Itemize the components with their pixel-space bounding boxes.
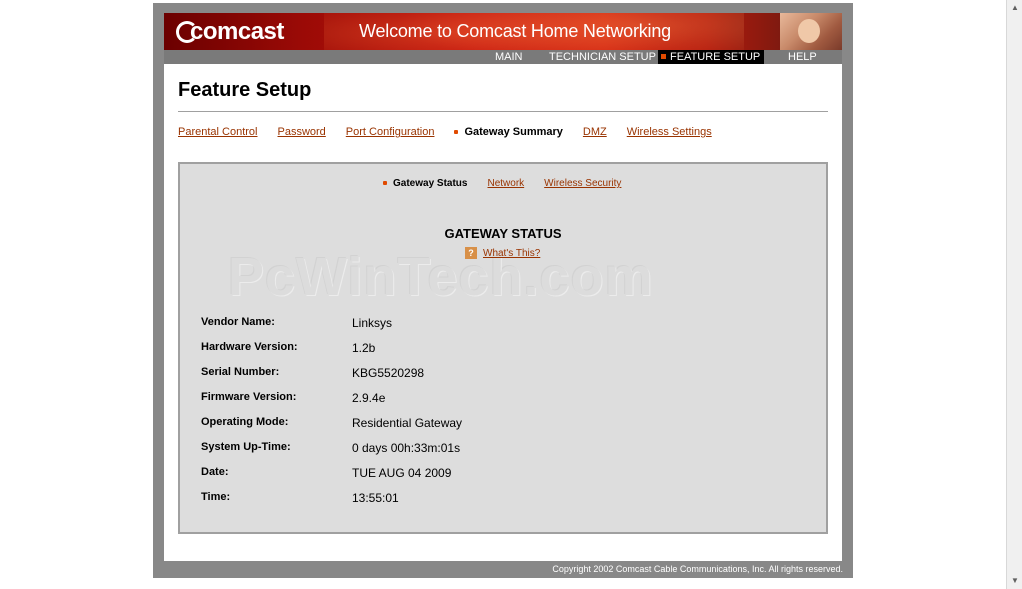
question-icon[interactable]: ?: [465, 247, 477, 259]
sub-nav-password[interactable]: Password: [278, 126, 326, 138]
section-title: GATEWAY STATUS: [444, 226, 562, 241]
comcast-logo: comcast: [176, 16, 284, 47]
info-label: Firmware Version:: [201, 391, 297, 403]
page-scrollbar[interactable]: ▲ ▼: [1006, 0, 1022, 589]
top-nav-technician-setup[interactable]: TECHNICIAN SETUP: [545, 50, 660, 64]
info-value: TUE AUG 04 2009: [352, 466, 452, 480]
info-label: Operating Mode:: [201, 416, 289, 428]
sub-nav-dmz[interactable]: DMZ: [583, 126, 607, 138]
info-label: Serial Number:: [201, 366, 280, 378]
info-value: 0 days 00h:33m:01s: [352, 441, 461, 455]
banner-photo: [780, 13, 842, 50]
copyright-footer: Copyright 2002 Comcast Cable Communicati…: [552, 564, 843, 574]
info-label: Vendor Name:: [201, 316, 275, 328]
logo-text: comcast: [190, 17, 284, 45]
info-label: System Up-Time:: [201, 441, 291, 453]
sub-nav-gateway-summary: Gateway Summary: [454, 126, 563, 138]
scroll-down-arrow-icon[interactable]: ▼: [1007, 573, 1022, 589]
gateway-status-box: Gateway Status Network Wireless Security…: [178, 162, 828, 534]
info-label: Time:: [201, 491, 231, 503]
header-banner: comcast Welcome to Comcast Home Networki…: [164, 13, 842, 50]
info-value: 13:55:01: [352, 491, 399, 505]
info-value: Linksys: [352, 316, 393, 330]
scroll-up-arrow-icon[interactable]: ▲: [1007, 0, 1022, 16]
info-label: Hardware Version:: [201, 341, 298, 353]
page-title: Feature Setup: [178, 79, 312, 101]
info-value: Residential Gateway: [352, 416, 463, 430]
tab-wireless-security[interactable]: Wireless Security: [544, 178, 621, 189]
sub-nav-port-configuration[interactable]: Port Configuration: [346, 126, 435, 138]
info-label: Date:: [201, 466, 229, 478]
page-frame: comcast Welcome to Comcast Home Networki…: [153, 3, 853, 578]
banner-photo-face: [798, 19, 820, 43]
top-nav-main[interactable]: MAIN: [491, 50, 527, 64]
top-nav-help[interactable]: HELP: [784, 50, 821, 64]
sub-nav-wireless-settings[interactable]: Wireless Settings: [627, 126, 712, 138]
info-value: 2.9.4e: [352, 391, 386, 405]
feature-sub-nav: Parental Control Password Port Configura…: [178, 124, 732, 140]
whats-this-link[interactable]: What's This?: [483, 248, 540, 259]
title-divider: [178, 111, 828, 112]
info-value: KBG5520298: [352, 366, 425, 380]
top-nav: MAIN TECHNICIAN SETUP FEATURE SETUP HELP: [164, 50, 842, 64]
whats-this-help: ? What's This?: [465, 247, 540, 259]
summary-tabs: Gateway Status Network Wireless Security: [383, 178, 641, 189]
banner-title: Welcome to Comcast Home Networking: [359, 21, 671, 41]
tab-gateway-status: Gateway Status: [383, 178, 467, 189]
sub-nav-parental-control[interactable]: Parental Control: [178, 126, 258, 138]
watermark: PcWinTech.com: [228, 247, 654, 307]
top-nav-feature-setup[interactable]: FEATURE SETUP: [658, 50, 765, 64]
info-value: 1.2b: [352, 341, 376, 355]
tab-network[interactable]: Network: [487, 178, 524, 189]
content-panel: Feature Setup Parental Control Password …: [164, 64, 842, 561]
